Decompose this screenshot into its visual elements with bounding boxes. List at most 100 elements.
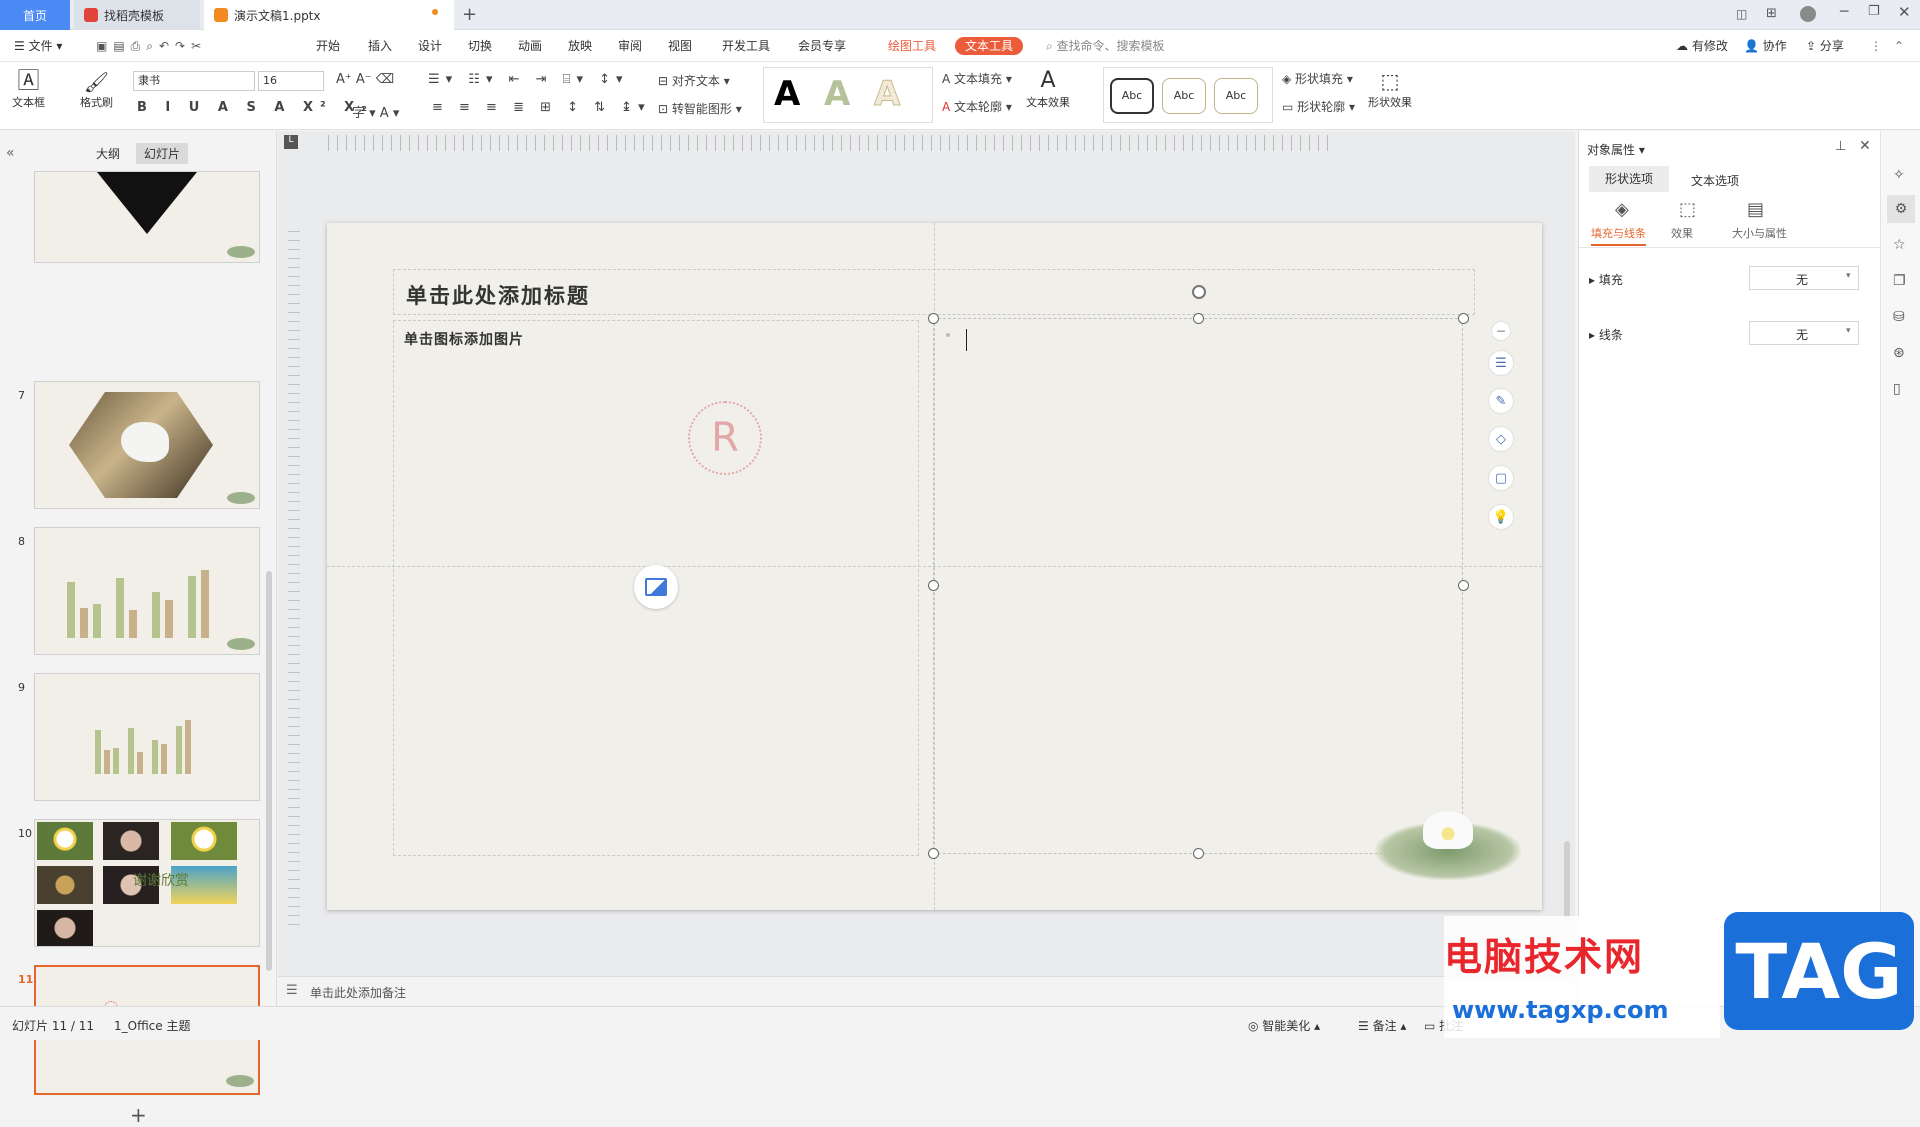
style-olive-a-icon[interactable]: A: [824, 74, 850, 114]
slide-thumb-8[interactable]: [34, 527, 260, 655]
document-tab[interactable]: 演示文稿1.pptx: [204, 0, 454, 30]
shape-style-2[interactable]: Abc: [1162, 78, 1206, 114]
fill-section[interactable]: ▸ 填充: [1589, 271, 1623, 288]
resize-handle[interactable]: [928, 580, 939, 591]
more-icon[interactable]: ⋮: [1870, 37, 1882, 55]
add-slide-button[interactable]: +: [130, 1103, 147, 1127]
shape-style-1[interactable]: Abc: [1110, 78, 1154, 114]
lightbulb-icon[interactable]: 💡: [1488, 504, 1514, 530]
list-icons[interactable]: ☰▾ ☷▾ ⇤ ⇥ ⌸▾ ↕▾: [428, 72, 629, 87]
shape-style-3[interactable]: Abc: [1214, 78, 1258, 114]
fill-select[interactable]: 无 ▾: [1749, 266, 1859, 290]
picture-placeholder[interactable]: 单击图标添加图片 R: [393, 320, 919, 856]
smart-shape-button[interactable]: ⊡ 转智能图形 ▾: [658, 100, 742, 117]
tab-view[interactable]: 视图: [668, 37, 722, 55]
line-select[interactable]: 无 ▾: [1749, 321, 1859, 345]
tab-member[interactable]: 会员专享: [798, 37, 868, 55]
tab-start[interactable]: 开始: [316, 37, 368, 55]
minimize-icon[interactable]: ─: [1840, 4, 1848, 20]
tab-slideshow[interactable]: 放映: [568, 37, 618, 55]
subtab-size[interactable]: 大小与属性: [1732, 225, 1787, 241]
panel-close-icon[interactable]: ✕: [1859, 138, 1871, 154]
collab-button[interactable]: 👤 协作: [1744, 37, 1787, 55]
rotate-handle-icon[interactable]: [1192, 285, 1206, 299]
shape-effect-button[interactable]: ⬚ 形状效果: [1368, 68, 1412, 110]
tab-shape-options[interactable]: 形状选项: [1589, 166, 1669, 192]
quick-access-icons[interactable]: ▣▤⎙⌕↶↷✂: [96, 37, 207, 55]
text-effect-button[interactable]: A 文本效果: [1026, 68, 1070, 110]
tab-drawing-tools[interactable]: 绘图工具: [888, 37, 936, 55]
line-section[interactable]: ▸ 线条: [1589, 326, 1623, 343]
resize-handle[interactable]: [928, 313, 939, 324]
align-text-button[interactable]: ⊟ 对齐文本 ▾: [658, 72, 730, 89]
tab-insert[interactable]: 插入: [368, 37, 418, 55]
insert-picture-button[interactable]: [634, 565, 678, 609]
collapse-ribbon-icon[interactable]: ⌃: [1894, 37, 1904, 55]
content-placeholder[interactable]: [933, 318, 1463, 854]
text-outline-button[interactable]: A 文本轮廓 ▾: [942, 98, 1012, 115]
slide-thumb-6[interactable]: [34, 171, 260, 263]
fill-bucket-icon[interactable]: ◇: [1488, 426, 1514, 452]
properties-icon[interactable]: ⚙: [1887, 195, 1915, 223]
command-search[interactable]: ⌕ 查找命令、搜索模板: [1046, 37, 1165, 55]
style-outline-a-icon[interactable]: A: [873, 74, 900, 115]
file-menu[interactable]: ☰ 文件 ▾: [14, 37, 62, 55]
pin-icon[interactable]: ⊥: [1835, 139, 1846, 154]
new-tab-button[interactable]: +: [462, 4, 477, 25]
home-tab[interactable]: 首页: [0, 0, 70, 30]
panel-scrollbar[interactable]: [266, 571, 272, 971]
effect-icon[interactable]: ⬚: [1679, 199, 1696, 220]
border-icon[interactable]: ▢: [1488, 465, 1514, 491]
canvas-scrollbar[interactable]: [1564, 841, 1570, 921]
title-placeholder[interactable]: 单击此处添加标题: [393, 269, 1475, 315]
tab-slides[interactable]: 幻灯片: [136, 143, 189, 164]
pen-icon[interactable]: ✎: [1488, 388, 1514, 414]
layers-icon[interactable]: ☰: [1488, 350, 1514, 376]
book-icon[interactable]: ▯: [1893, 381, 1901, 397]
layout-icon[interactable]: ◫: [1736, 7, 1747, 21]
shape-fill-button[interactable]: ◈ 形状填充 ▾: [1282, 70, 1353, 87]
panel-title[interactable]: 对象属性 ▾: [1587, 141, 1645, 158]
shape-outline-button[interactable]: ▭ 形状轮廓 ▾: [1282, 98, 1355, 115]
resize-handle[interactable]: [928, 848, 939, 859]
slide-thumb-10[interactable]: 谢谢欣赏: [34, 819, 260, 947]
text-style-gallery[interactable]: A A A: [763, 67, 933, 123]
restore-icon[interactable]: ❐: [1868, 4, 1880, 19]
close-icon[interactable]: ✕: [1898, 3, 1911, 21]
resize-handle[interactable]: [1458, 313, 1469, 324]
highlight-icons[interactable]: 字 ▾ A ▾: [352, 102, 399, 121]
font-family-select[interactable]: 隶书: [133, 71, 255, 91]
tab-outline[interactable]: 大纲: [96, 145, 120, 162]
template-tab[interactable]: 找稻壳模板: [74, 0, 200, 30]
tab-design[interactable]: 设计: [418, 37, 468, 55]
size-icon[interactable]: ▤: [1747, 199, 1764, 220]
tab-text-options[interactable]: 文本选项: [1691, 172, 1739, 189]
modified-button[interactable]: ☁ 有修改: [1676, 37, 1728, 55]
text-fill-button[interactable]: A 文本填充 ▾: [942, 70, 1012, 87]
textbox-button[interactable]: 🄰 文本框: [12, 70, 45, 110]
slide-thumb-9[interactable]: [34, 673, 260, 801]
slide-thumb-7[interactable]: [34, 381, 260, 509]
notes-toggle[interactable]: ☰ 备注 ▴: [1358, 1017, 1406, 1034]
animation-icon[interactable]: ☆: [1893, 237, 1906, 253]
format-painter-button[interactable]: 🖌 格式刷: [80, 70, 113, 110]
font-size-select[interactable]: 16: [258, 71, 324, 91]
transition-icon[interactable]: ❐: [1893, 273, 1906, 289]
collapse-toolbar-icon[interactable]: −: [1491, 321, 1511, 341]
avatar[interactable]: [1800, 6, 1816, 22]
align-icons[interactable]: ≡ ≡ ≡ ≣ ⊞ ↕ ⇅ ↨▾: [432, 100, 651, 115]
location-icon[interactable]: ⊛: [1893, 345, 1905, 361]
tab-text-tools[interactable]: 文本工具: [955, 37, 1024, 55]
theme-icon[interactable]: ✧: [1893, 167, 1905, 183]
font-grow-icon[interactable]: A⁺ A⁻ ⌫: [336, 72, 394, 87]
fill-line-icon[interactable]: ◈: [1615, 199, 1629, 220]
beautify-button[interactable]: ◎ 智能美化 ▴: [1248, 1017, 1320, 1034]
tab-transition[interactable]: 切换: [468, 37, 518, 55]
shape-style-gallery[interactable]: Abc Abc Abc: [1103, 67, 1273, 123]
share-button[interactable]: ⇪ 分享: [1806, 37, 1844, 55]
apps-grid-icon[interactable]: ⊞: [1766, 6, 1777, 21]
resize-handle[interactable]: [1458, 580, 1469, 591]
notes-bar[interactable]: ☰ 单击此处添加备注: [278, 976, 1575, 1006]
theme-name[interactable]: 1_Office 主题: [114, 1017, 190, 1034]
resize-handle[interactable]: [1193, 313, 1204, 324]
